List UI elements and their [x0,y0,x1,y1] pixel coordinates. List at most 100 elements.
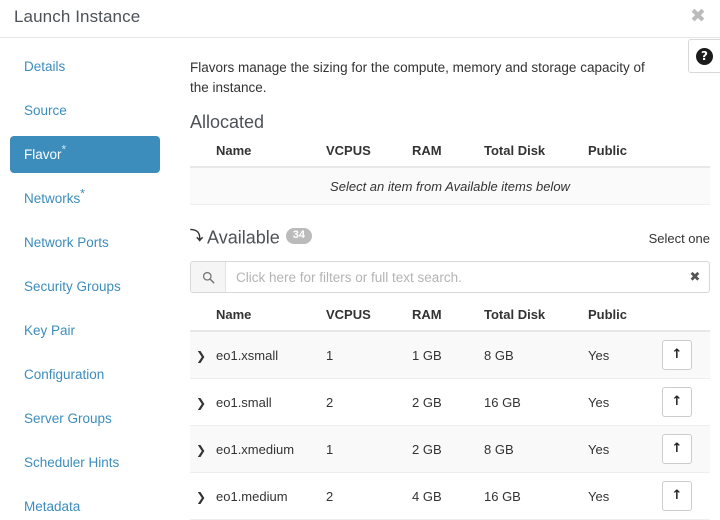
allocate-button[interactable]: ↑ [662,340,692,370]
sidebar-item-label: Key Pair [24,323,75,338]
table-row[interactable]: ❯ eo1.small 2 2 GB 16 GB Yes ↑ [190,379,710,426]
allocate-button[interactable]: ↑ [662,434,692,464]
spacer-col [190,137,216,167]
chevron-right-icon[interactable]: ❯ [190,443,206,457]
cell-action: ↑ [662,379,710,426]
cell-name: eo1.small [216,379,326,426]
sidebar-item-metadata[interactable]: Metadata [10,488,160,520]
expand-row-cell[interactable]: ❯ [190,331,216,379]
cell-total-disk: 16 GB [484,473,588,520]
modal-body: Details Source Flavor* Networks* Network… [0,38,720,520]
available-table: Name VCPUS RAM Total Disk Public ❯ eo1.x… [190,301,710,520]
cell-ram: 2 GB [412,426,484,473]
sidebar-item-scheduler-hints[interactable]: Scheduler Hints [10,444,160,481]
sidebar-item-key-pair[interactable]: Key Pair [10,312,160,349]
chevron-down-icon[interactable]: ⤵ [190,225,203,244]
column-header-public: Public [588,137,662,167]
sidebar-item-label: Details [24,59,65,74]
select-one-hint: Select one [649,231,710,246]
cell-public: Yes [588,331,662,379]
expand-row-cell[interactable]: ❯ [190,379,216,426]
table-row[interactable]: ❯ eo1.xsmall 1 1 GB 8 GB Yes ↑ [190,331,710,379]
cell-public: Yes [588,426,662,473]
column-header-name: Name [216,301,326,331]
page-title: Launch Instance [14,7,140,27]
launch-instance-modal: Launch Instance ✖ ? Details Source Flavo… [0,0,720,520]
column-header-vcpus: VCPUS [326,301,412,331]
spacer-col [190,301,216,331]
sidebar-item-label: Configuration [24,367,104,382]
expand-row-cell[interactable]: ❯ [190,473,216,520]
cell-public: Yes [588,473,662,520]
cell-ram: 4 GB [412,473,484,520]
sidebar-item-flavor[interactable]: Flavor* [10,136,160,173]
step-description: Flavors manage the sizing for the comput… [190,58,662,98]
cell-total-disk: 8 GB [484,331,588,379]
expand-row-cell[interactable]: ❯ [190,426,216,473]
cell-action: ↑ [662,331,710,379]
chevron-right-icon[interactable]: ❯ [190,396,206,410]
available-count-badge: 34 [286,228,312,244]
chevron-right-icon[interactable]: ❯ [190,349,206,363]
allocated-heading: Allocated [190,112,720,133]
sidebar-item-label: Metadata [24,499,80,514]
sidebar-item-details[interactable]: Details [10,48,160,85]
column-header-total-disk: Total Disk [484,301,588,331]
available-heading: Available [207,227,280,247]
help-circle-icon: ? [696,48,713,65]
cell-total-disk: 8 GB [484,426,588,473]
allocated-empty-message: Select an item from Available items belo… [190,167,710,205]
clear-search-icon[interactable]: ✖ [681,262,709,292]
sidebar-item-server-groups[interactable]: Server Groups [10,400,160,437]
wizard-sidebar: Details Source Flavor* Networks* Network… [0,38,170,520]
table-row[interactable]: ❯ eo1.medium 2 4 GB 16 GB Yes ↑ [190,473,710,520]
sidebar-item-label: Network Ports [24,235,109,250]
column-header-total-disk: Total Disk [484,137,588,167]
sidebar-item-source[interactable]: Source [10,92,160,129]
required-marker: * [80,187,85,201]
help-button[interactable]: ? [688,39,720,73]
filter-search-bar[interactable]: ✖ [190,261,710,293]
sidebar-item-networks[interactable]: Networks* [10,180,160,217]
column-header-action [662,301,710,331]
available-section-header: ⤵Available 34 Select one [190,225,720,251]
sidebar-item-label: Server Groups [24,411,112,426]
cell-total-disk: 16 GB [484,379,588,426]
close-icon[interactable]: ✖ [688,6,708,26]
allocate-button[interactable]: ↑ [662,387,692,417]
sidebar-item-security-groups[interactable]: Security Groups [10,268,160,305]
cell-vcpus: 1 [326,426,412,473]
allocated-header-row: Name VCPUS RAM Total Disk Public [190,137,710,167]
column-header-ram: RAM [412,137,484,167]
allocated-table: Name VCPUS RAM Total Disk Public Select … [190,137,710,205]
allocate-button[interactable]: ↑ [662,481,692,511]
cell-name: eo1.xsmall [216,331,326,379]
sidebar-item-label: Networks [24,191,80,206]
cell-name: eo1.xmedium [216,426,326,473]
sidebar-item-network-ports[interactable]: Network Ports [10,224,160,261]
column-header-vcpus: VCPUS [326,137,412,167]
table-row[interactable]: ❯ eo1.xmedium 1 2 GB 8 GB Yes ↑ [190,426,710,473]
cell-vcpus: 1 [326,331,412,379]
cell-ram: 2 GB [412,379,484,426]
column-header-ram: RAM [412,301,484,331]
allocated-empty-row: Select an item from Available items belo… [190,167,710,205]
cell-public: Yes [588,379,662,426]
search-icon[interactable] [191,262,226,292]
cell-name: eo1.medium [216,473,326,520]
sidebar-item-label: Source [24,103,67,118]
chevron-right-icon[interactable]: ❯ [190,490,206,504]
flavor-step-content: Flavors manage the sizing for the comput… [190,38,720,520]
modal-header: Launch Instance ✖ [0,0,720,38]
column-header-public: Public [588,301,662,331]
column-header-name: Name [216,137,326,167]
cell-ram: 1 GB [412,331,484,379]
search-input[interactable] [226,262,681,292]
sidebar-item-label: Security Groups [24,279,121,294]
cell-vcpus: 2 [326,379,412,426]
required-marker: * [62,143,67,157]
sidebar-item-label: Flavor [24,147,62,162]
cell-action: ↑ [662,473,710,520]
sidebar-item-configuration[interactable]: Configuration [10,356,160,393]
sidebar-item-label: Scheduler Hints [24,455,119,470]
